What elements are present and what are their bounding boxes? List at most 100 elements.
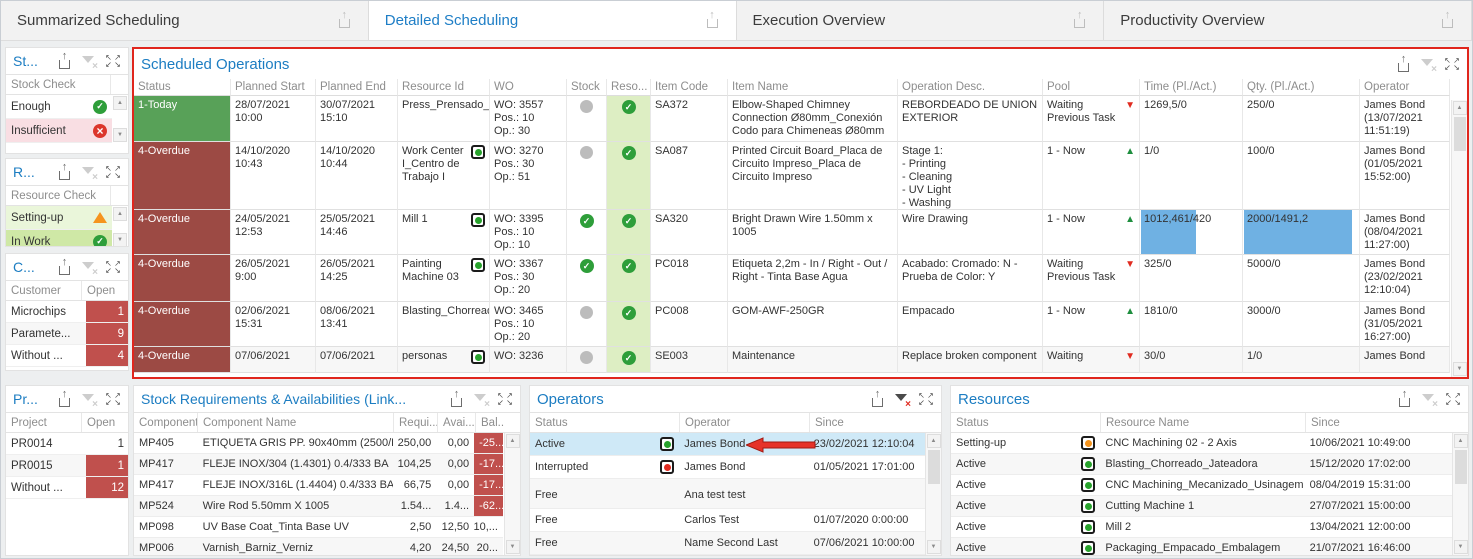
table-row[interactable]: PR0015 1: [6, 455, 128, 477]
scrollbar-thumb[interactable]: [1455, 450, 1467, 484]
column-header[interactable]: Planned Start: [231, 79, 316, 96]
vertical-scrollbar[interactable]: [1451, 100, 1467, 377]
table-row[interactable]: Active Mill 2 13/04/2021 12:00:00: [951, 517, 1452, 538]
export-icon[interactable]: [870, 392, 885, 407]
scroll-down-button[interactable]: [1453, 362, 1467, 376]
column-header[interactable]: Planned End: [316, 79, 398, 96]
filter-clear-icon[interactable]: [81, 392, 96, 407]
column-header[interactable]: Operator: [1360, 79, 1450, 96]
export-icon[interactable]: [1396, 57, 1411, 72]
table-row[interactable]: Interrupted James Bond 01/05/2021 17:01:…: [530, 456, 925, 479]
table-row[interactable]: Paramete... 9: [6, 323, 128, 345]
expand-icon[interactable]: [1445, 392, 1461, 407]
list-item[interactable]: Setting-up: [6, 206, 112, 230]
filter-clear-icon[interactable]: [81, 260, 96, 275]
tab-detailed-scheduling[interactable]: Detailed Scheduling: [369, 1, 737, 40]
since-timestamp: 27/07/2021 15:00:00: [1305, 496, 1452, 516]
expand-icon[interactable]: [105, 165, 121, 180]
table-row[interactable]: 4-Overdue 07/06/2021 07/06/2021 personas…: [134, 347, 1450, 373]
table-row[interactable]: MP405 ETIQUETA GRIS PP. 90x40mm (2500/R)…: [134, 433, 503, 454]
export-icon[interactable]: [1072, 13, 1087, 28]
scroll-down-button[interactable]: [113, 233, 127, 247]
scroll-up-button[interactable]: [927, 434, 941, 448]
table-row[interactable]: Without ... 12: [6, 477, 128, 499]
export-icon[interactable]: [57, 165, 72, 180]
table-row[interactable]: Active Packaging_Empacado_Embalagem 21/0…: [951, 538, 1452, 556]
vertical-scrollbar[interactable]: [925, 433, 941, 555]
table-row[interactable]: Setting-up CNC Machining 02 - 2 Axis 10/…: [951, 433, 1452, 454]
tab-summarized-scheduling[interactable]: Summarized Scheduling: [1, 1, 369, 40]
table-row[interactable]: MP006 Varnish_Barniz_Verniz 4,20 24,50 2…: [134, 538, 503, 556]
expand-icon[interactable]: [105, 260, 121, 275]
filter-clear-icon[interactable]: [894, 392, 909, 407]
scroll-down-button[interactable]: [113, 128, 127, 142]
qty-text: 2000/1491,2: [1247, 213, 1308, 225]
vertical-scrollbar[interactable]: [504, 433, 520, 555]
scrollbar-thumb[interactable]: [1454, 117, 1466, 151]
column-header[interactable]: Stock: [567, 79, 607, 96]
table-row[interactable]: 4-Overdue 02/06/2021 15:31 08/06/2021 13…: [134, 302, 1450, 347]
column-header[interactable]: Pool: [1043, 79, 1140, 96]
export-icon[interactable]: [1397, 392, 1412, 407]
table-row[interactable]: Active CNC Machining_Mecanizado_Usinagem…: [951, 475, 1452, 496]
scroll-down-button[interactable]: [927, 540, 941, 554]
table-row[interactable]: MP417 FLEJE INOX/304 (1.4301) 0.4/333 BA…: [134, 454, 503, 475]
export-icon[interactable]: [337, 13, 352, 28]
expand-icon[interactable]: [105, 54, 121, 69]
column-header[interactable]: Qty. (Pl./Act.): [1243, 79, 1360, 96]
vertical-scrollbar[interactable]: [1452, 433, 1468, 555]
table-row[interactable]: 4-Overdue 24/05/2021 12:53 25/05/2021 14…: [134, 210, 1450, 255]
table-row[interactable]: MP098 UV Base Coat_Tinta Base UV 2,50 12…: [134, 517, 503, 538]
table-row[interactable]: Active Blasting_Chorreado_Jateadora 15/1…: [951, 454, 1452, 475]
scroll-up-button[interactable]: [113, 207, 127, 221]
scrollbar-thumb[interactable]: [928, 450, 940, 484]
table-row[interactable]: MP417 FLEJE INOX/316L (1.4404) 0.4/333 B…: [134, 475, 503, 496]
column-header[interactable]: Resource Id: [398, 79, 490, 96]
export-icon[interactable]: [57, 260, 72, 275]
scroll-up-button[interactable]: [1454, 434, 1468, 448]
table-row[interactable]: 4-Overdue 14/10/2020 10:43 14/10/2020 10…: [134, 142, 1450, 210]
column-header[interactable]: Status: [134, 79, 231, 96]
list-item[interactable]: Insufficient: [6, 119, 112, 143]
column-header[interactable]: Time (Pl./Act.): [1140, 79, 1243, 96]
table-row[interactable]: Free Carlos Test 01/07/2020 0:00:00: [530, 509, 925, 532]
table-row[interactable]: MP524 Wire Rod 5.50mm X 1005 1.54... 1.4…: [134, 496, 503, 517]
table-row[interactable]: Free Ana test test: [530, 479, 925, 509]
column-header[interactable]: Item Code: [651, 79, 728, 96]
table-row[interactable]: 1-Today 28/07/2021 10:00 30/07/2021 15:1…: [134, 96, 1450, 142]
table-row[interactable]: Microchips 1: [6, 301, 128, 323]
column-header[interactable]: Reso...: [607, 79, 651, 96]
expand-icon[interactable]: [918, 392, 934, 407]
table-row[interactable]: Active James Bond 23/02/2021 12:10:04: [530, 433, 925, 456]
table-row[interactable]: Free Name Second Last 07/06/2021 10:00:0…: [530, 532, 925, 555]
filter-clear-icon[interactable]: [473, 392, 488, 407]
filter-clear-icon[interactable]: [1421, 392, 1436, 407]
tab-execution-overview[interactable]: Execution Overview: [737, 1, 1105, 40]
scroll-up-button[interactable]: [113, 96, 127, 110]
export-icon[interactable]: [57, 54, 72, 69]
export-icon[interactable]: [705, 13, 720, 28]
tab-productivity-overview[interactable]: Productivity Overview: [1104, 1, 1472, 40]
table-row[interactable]: PR0014 1: [6, 433, 128, 455]
export-icon[interactable]: [57, 392, 72, 407]
scroll-down-button[interactable]: [1454, 540, 1468, 554]
column-header[interactable]: Operation Desc.: [898, 79, 1043, 96]
expand-icon[interactable]: [1444, 57, 1460, 72]
expand-icon[interactable]: [497, 392, 513, 407]
scroll-up-button[interactable]: [506, 434, 520, 448]
scroll-down-button[interactable]: [506, 540, 520, 554]
column-header[interactable]: Item Name: [728, 79, 898, 96]
scroll-up-button[interactable]: [1453, 101, 1467, 115]
table-row[interactable]: Active Cutting Machine 1 27/07/2021 15:0…: [951, 496, 1452, 517]
expand-icon[interactable]: [105, 392, 121, 407]
list-item[interactable]: In Work: [6, 230, 112, 247]
table-row[interactable]: Without ... 4: [6, 345, 128, 367]
table-row[interactable]: 4-Overdue 26/05/2021 9:00 26/05/2021 14:…: [134, 255, 1450, 302]
export-icon[interactable]: [449, 392, 464, 407]
export-icon[interactable]: [1440, 13, 1455, 28]
column-header[interactable]: WO: [490, 79, 567, 96]
filter-clear-icon[interactable]: [1420, 57, 1435, 72]
filter-clear-icon[interactable]: [81, 165, 96, 180]
list-item[interactable]: Enough: [6, 95, 112, 119]
filter-clear-icon[interactable]: [81, 54, 96, 69]
